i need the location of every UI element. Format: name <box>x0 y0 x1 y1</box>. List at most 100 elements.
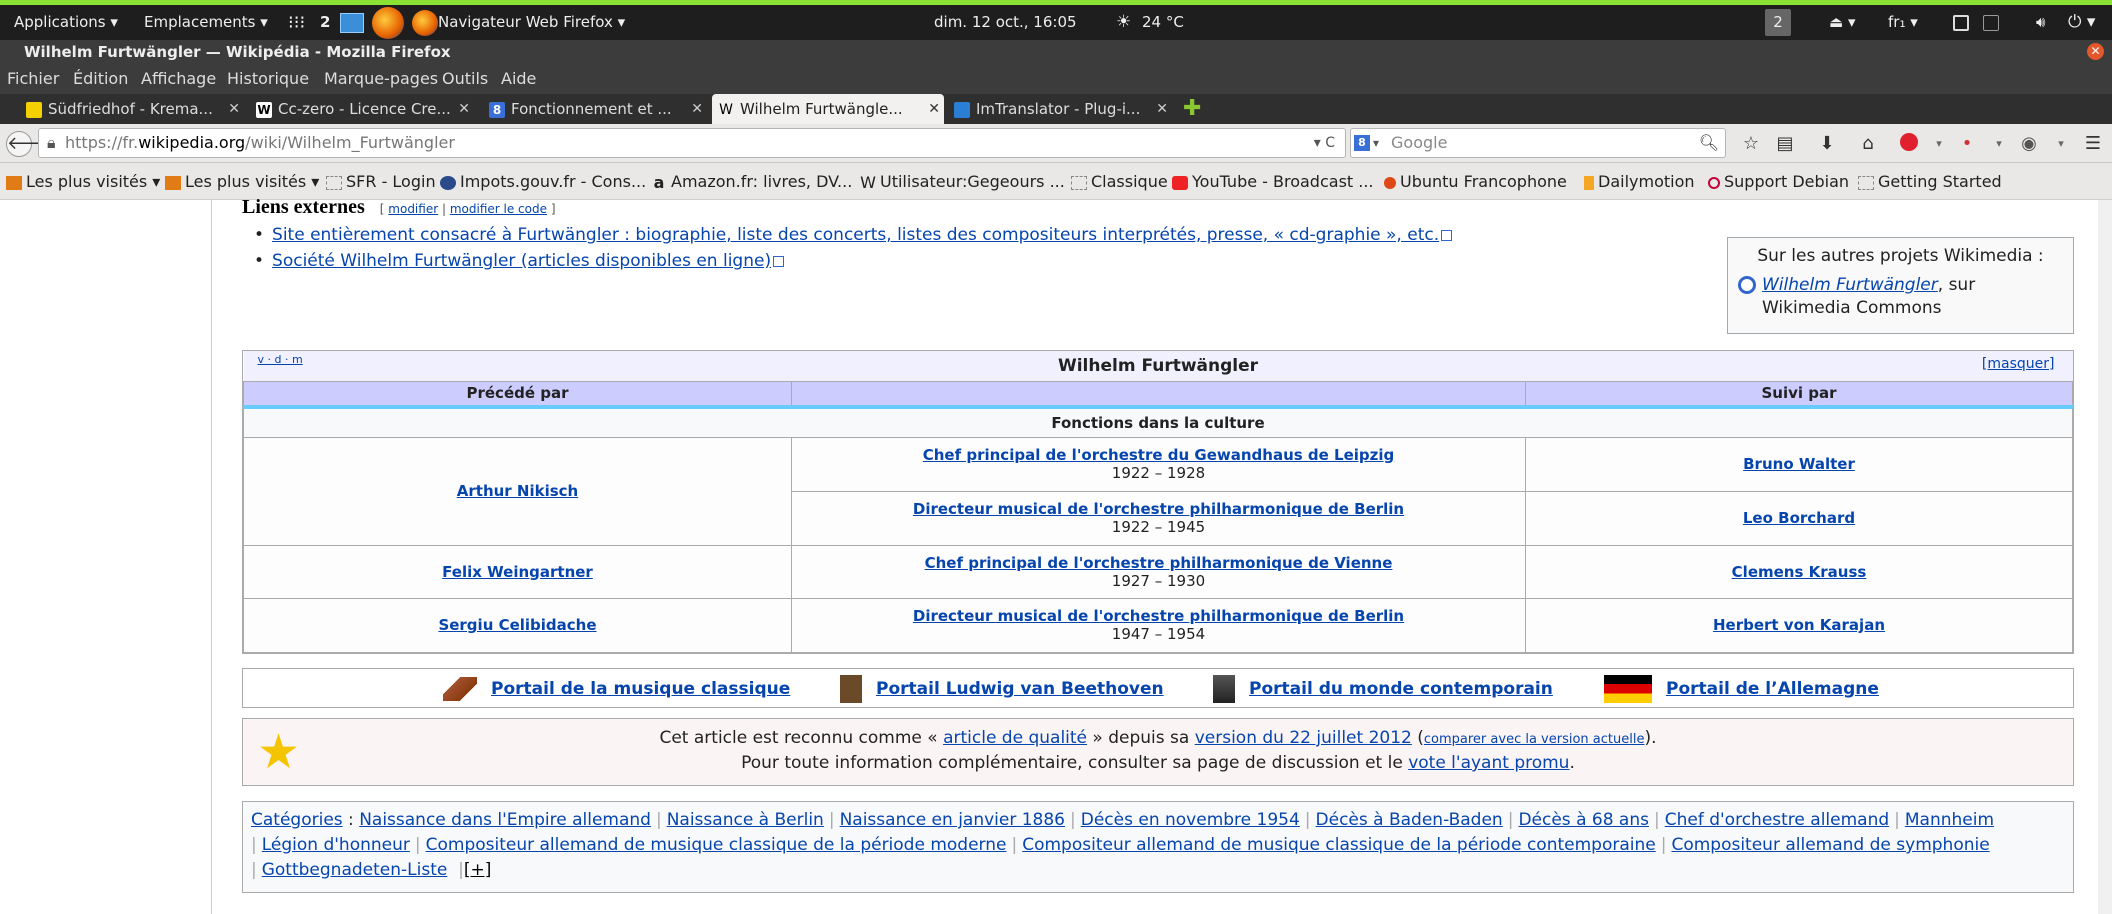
tab-imtranslator[interactable]: ImTranslator - Plug-i... ✕ <box>954 94 1172 124</box>
tab-fonctionnement[interactable]: 8 Fonctionnement et ... ✕ <box>489 94 707 124</box>
back-arrow-icon[interactable]: 🡐 <box>6 131 55 157</box>
extension-icon[interactable]: • <box>1956 133 1978 155</box>
compare-version-link[interactable]: comparer avec la version actuelle <box>1424 732 1645 747</box>
workspace-badge[interactable]: 2 <box>1765 9 1791 36</box>
bookmark-sfr[interactable]: SFR - Login <box>326 163 436 200</box>
expand-categories-link[interactable]: [+] <box>464 860 492 880</box>
successor-link[interactable]: Leo Borchard <box>1743 509 1855 527</box>
successor-link[interactable]: Bruno Walter <box>1743 455 1855 473</box>
commons-link[interactable]: Wilhelm Furtwängler <box>1762 275 1938 295</box>
predecessor-link[interactable]: Sergiu Celibidache <box>438 616 596 634</box>
category-link[interactable]: Mannheim <box>1905 810 1994 830</box>
portal-link[interactable]: Portail de la musique classique <box>491 679 790 699</box>
edit-link[interactable]: modifier <box>388 202 438 216</box>
new-tab-plus-icon[interactable]: ✚ <box>1183 94 1207 124</box>
clock[interactable]: dim. 12 oct., 16:05 <box>934 5 1077 40</box>
volume-icon[interactable]: 🔊︎ <box>2036 5 2045 40</box>
url-field[interactable]: 🔒︎ https://fr.wikipedia.org/wiki/Wilhelm… <box>38 128 1346 158</box>
role-link[interactable]: Chef principal de l'orchestre du Gewandh… <box>923 446 1395 464</box>
close-tab-icon[interactable]: ✕ <box>1156 94 1168 124</box>
accessibility-icon[interactable] <box>1983 5 1999 40</box>
menu-affichage[interactable]: Affichage <box>141 64 216 94</box>
tab-cc-zero[interactable]: W Cc-zero - Licence Cre... ✕ <box>256 94 474 124</box>
bookmark-youtube[interactable]: YouTube - Broadcast ... <box>1172 163 1374 200</box>
categories-label-link[interactable]: Catégories <box>251 810 343 830</box>
portal-link[interactable]: Portail de l’Allemagne <box>1666 679 1879 699</box>
weather-temperature[interactable]: 24 °C <box>1142 5 1184 40</box>
bookmark-ubuntu[interactable]: Ubuntu Francophone <box>1384 163 1567 200</box>
download-icon[interactable]: ⬇ <box>1816 133 1838 155</box>
menu-aide[interactable]: Aide <box>501 64 536 94</box>
category-link[interactable]: Gottbegnadeten-Liste <box>262 860 448 880</box>
portal-link[interactable]: Portail Ludwig van Beethoven <box>876 679 1164 699</box>
search-field[interactable]: 8 ▾ Google 🔍︎ <box>1350 128 1726 158</box>
search-icon[interactable]: 🔍︎ <box>1699 129 1719 157</box>
search-engine-dropdown-icon[interactable]: ▾ <box>1373 129 1379 157</box>
category-link[interactable]: Compositeur allemand de musique classiqu… <box>1022 835 1656 855</box>
menu-marque-pages[interactable]: Marque-pages <box>324 64 438 94</box>
bookmark-getting-started[interactable]: Getting Started <box>1858 163 2002 200</box>
notification-icon[interactable] <box>1953 5 1969 40</box>
bookmark-debian[interactable]: Support Debian <box>1708 163 1849 200</box>
close-tab-icon[interactable]: ✕ <box>928 94 940 124</box>
hide-navbox-link[interactable]: [masquer] <box>1982 356 2055 372</box>
privacy-icon[interactable]: ◉ <box>2018 133 2040 155</box>
external-link[interactable]: Société Wilhelm Furtwängler (articles di… <box>272 251 771 271</box>
firefox-launcher-icon[interactable] <box>372 5 404 40</box>
places-menu[interactable]: Emplacements ▾ <box>144 5 268 40</box>
edit-code-link[interactable]: modifier le code <box>450 202 547 216</box>
tab-sudfriedhof[interactable]: Südfriedhof - Krema... ✕ <box>26 94 244 124</box>
home-icon[interactable]: ⌂ <box>1857 133 1879 155</box>
bookmark-gegeours[interactable]: W Utilisateur:Gegeours ... <box>860 163 1065 200</box>
external-link[interactable]: Site entièrement consacré à Furtwängler … <box>272 225 1439 245</box>
page-scrollbar[interactable] <box>2098 200 2112 914</box>
bookmark-folder-most-visited[interactable]: Les plus visités ▾ <box>6 163 160 200</box>
applications-menu[interactable]: Applications ▾ <box>14 5 118 40</box>
category-link[interactable]: Naissance dans l'Empire allemand <box>359 810 651 830</box>
bookmark-dailymotion[interactable]: Dailymotion <box>1584 163 1695 200</box>
successor-link[interactable]: Clemens Krauss <box>1732 563 1867 581</box>
close-tab-icon[interactable]: ✕ <box>458 94 470 124</box>
portal-germany[interactable]: Portail de l’Allemagne <box>1604 669 1879 709</box>
adblock-icon[interactable] <box>1898 133 1920 155</box>
menu-outils[interactable]: Outils <box>442 64 488 94</box>
category-link[interactable]: Compositeur allemand de musique classiqu… <box>426 835 1007 855</box>
close-tab-icon[interactable]: ✕ <box>228 94 240 124</box>
extension-dropdown-icon[interactable]: ▾ <box>1988 133 2010 155</box>
bookmark-amazon[interactable]: a Amazon.fr: livres, DV... <box>651 163 853 200</box>
category-link[interactable]: Naissance à Berlin <box>667 810 824 830</box>
category-link[interactable]: Décès à Baden-Baden <box>1316 810 1503 830</box>
adblock-dropdown-icon[interactable]: ▾ <box>1928 133 1950 155</box>
close-tab-icon[interactable]: ✕ <box>691 94 703 124</box>
external-link-item[interactable]: Site entièrement consacré à Furtwängler … <box>254 225 1453 245</box>
menu-fichier[interactable]: Fichier <box>7 64 59 94</box>
tab-wilhelm-furtwangler[interactable]: W Wilhelm Furtwängle... ✕ <box>712 94 944 124</box>
role-link[interactable]: Directeur musical de l'orchestre philhar… <box>913 607 1404 625</box>
menu-edition[interactable]: Édition <box>73 64 128 94</box>
role-link[interactable]: Directeur musical de l'orchestre philhar… <box>913 500 1404 518</box>
hamburger-menu-icon[interactable]: ☰ <box>2082 133 2104 155</box>
reading-list-icon[interactable]: ▤ <box>1774 133 1796 155</box>
external-link-item[interactable]: Société Wilhelm Furtwängler (articles di… <box>254 251 785 271</box>
successor-link[interactable]: Herbert von Karajan <box>1713 616 1885 634</box>
category-link[interactable]: Légion d'honneur <box>262 835 410 855</box>
workspace-number[interactable]: 2 <box>320 5 330 40</box>
portal-beethoven[interactable]: Portail Ludwig van Beethoven <box>840 669 1164 709</box>
portal-link[interactable]: Portail du monde contemporain <box>1249 679 1553 699</box>
menu-historique[interactable]: Historique <box>227 64 309 94</box>
weather-sun-icon[interactable]: ☀ <box>1116 5 1131 40</box>
category-link[interactable]: Compositeur allemand de symphonie <box>1671 835 1989 855</box>
role-link[interactable]: Chef principal de l'orchestre philharmon… <box>925 554 1393 572</box>
bookmark-folder-most-visited-2[interactable]: Les plus visités ▾ <box>165 163 319 200</box>
grid-icon[interactable]: ⁝⁝⁝ <box>288 5 305 40</box>
quality-article-link[interactable]: article de qualité <box>943 728 1087 748</box>
bookmark-star-icon[interactable]: ☆ <box>1740 133 1762 155</box>
version-link[interactable]: version du 22 juillet 2012 <box>1195 728 1412 748</box>
predecessor-link[interactable]: Felix Weingartner <box>442 563 593 581</box>
vote-link[interactable]: vote l'ayant promu <box>1408 753 1569 773</box>
privacy-dropdown-icon[interactable]: ▾ <box>2050 133 2072 155</box>
category-link[interactable]: Chef d'orchestre allemand <box>1665 810 1889 830</box>
category-link[interactable]: Naissance en janvier 1886 <box>840 810 1065 830</box>
search-engine-icon[interactable]: 8 <box>1354 135 1370 151</box>
eject-icon[interactable]: ⏏ ▾ <box>1829 5 1855 40</box>
